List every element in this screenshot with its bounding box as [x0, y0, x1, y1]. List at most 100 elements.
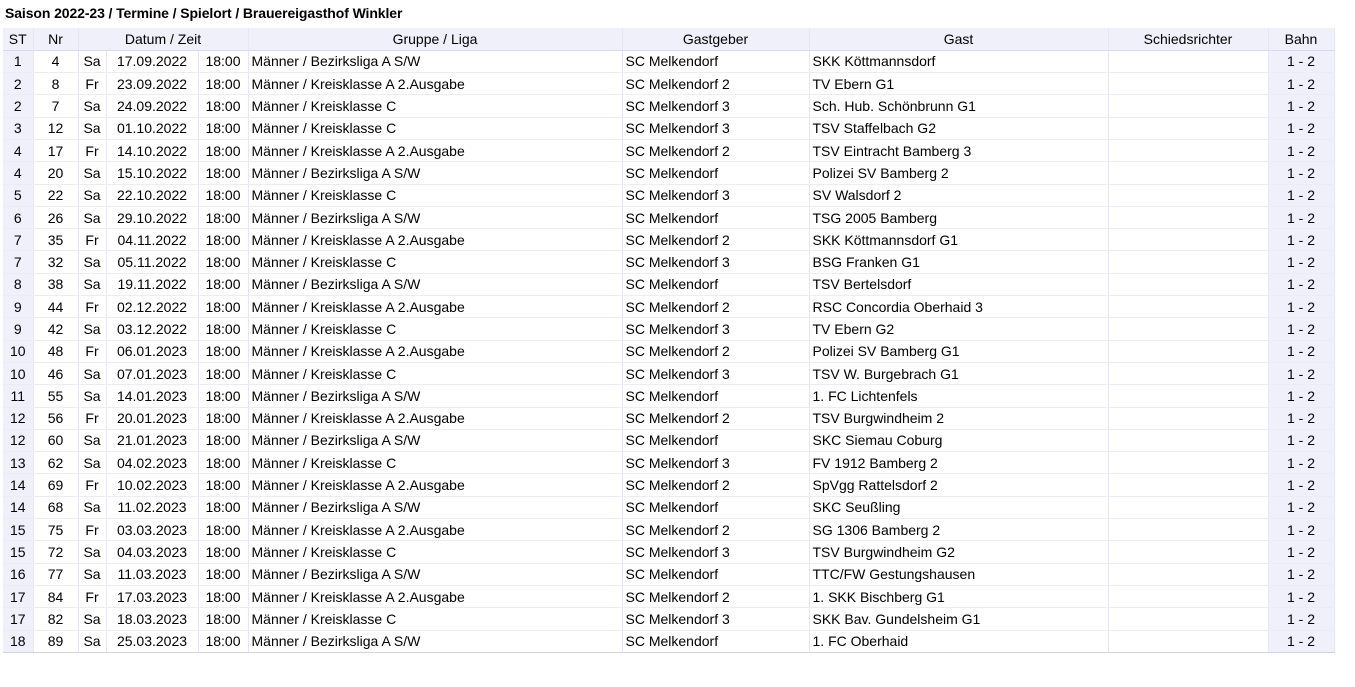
cell-st: 11: [3, 384, 34, 408]
cell-nr: 89: [33, 630, 79, 653]
table-row: 12 60 Sa 21.01.2023 18:00 Männer / Bezirkslig…: [3, 428, 1335, 453]
cell-host: SC Melkendorf 2: [622, 473, 810, 497]
cell-st: 4: [3, 161, 34, 185]
cell-weekday: Fr: [78, 340, 107, 363]
cell-st: 17: [3, 607, 34, 631]
cell-date: 03.12.2022: [106, 317, 199, 341]
cell-nr: 68: [33, 495, 79, 520]
header-gastgeber[interactable]: Gastgeber: [622, 28, 810, 51]
cell-st: 15: [3, 518, 34, 542]
cell-weekday: Sa: [78, 562, 107, 586]
cell-nr: 56: [33, 407, 79, 430]
cell-league: Männer / Bezirksliga A S/W: [248, 49, 623, 74]
cell-guest: RSC Concordia Oberhaid 3: [809, 295, 1109, 319]
table-row: 15 75 Fr 03.03.2023 18:00 Männer / Kreisklass…: [3, 518, 1335, 542]
cell-weekday: Fr: [78, 518, 107, 542]
cell-lane: 1 - 2: [1268, 451, 1335, 475]
cell-league: Männer / Kreisklasse C: [248, 317, 623, 341]
cell-host: SC Melkendorf 3: [622, 540, 810, 564]
cell-st: 4: [3, 138, 34, 163]
cell-nr: 62: [33, 451, 79, 475]
cell-lane: 1 - 2: [1268, 228, 1335, 252]
cell-time: 18:00: [198, 184, 249, 207]
cell-guest: SKK Bav. Gundelsheim G1: [809, 607, 1109, 631]
cell-weekday: Sa: [78, 495, 107, 520]
cell-lane: 1 - 2: [1268, 117, 1335, 140]
cell-weekday: Sa: [78, 428, 107, 453]
header-nr[interactable]: Nr: [33, 28, 79, 51]
header-st[interactable]: ST: [3, 28, 34, 51]
cell-league: Männer / Kreisklasse C: [248, 117, 623, 140]
cell-host: SC Melkendorf 2: [622, 228, 810, 252]
cell-st: 16: [3, 562, 34, 586]
cell-date: 01.10.2022: [106, 117, 199, 140]
cell-league: Männer / Bezirksliga A S/W: [248, 495, 623, 520]
table-row: 15 72 Sa 04.03.2023 18:00 Männer / Kreisklass…: [3, 540, 1335, 564]
cell-host: SC Melkendorf: [622, 630, 810, 653]
header-bahn[interactable]: Bahn: [1268, 28, 1335, 51]
cell-guest: SKK Köttmannsdorf: [809, 49, 1109, 74]
cell-referee: [1108, 495, 1269, 520]
cell-nr: 60: [33, 428, 79, 453]
cell-weekday: Sa: [78, 184, 107, 207]
cell-guest: Sch. Hub. Schönbrunn G1: [809, 94, 1109, 118]
cell-st: 3: [3, 117, 34, 140]
cell-weekday: Fr: [78, 473, 107, 497]
cell-lane: 1 - 2: [1268, 585, 1335, 609]
table-row: 7 32 Sa 05.11.2022 18:00 Männer / Kreisklasse…: [3, 250, 1335, 274]
cell-time: 18:00: [198, 630, 249, 653]
cell-st: 10: [3, 362, 34, 386]
cell-weekday: Sa: [78, 49, 107, 74]
header-gruppe-liga[interactable]: Gruppe / Liga: [248, 28, 623, 51]
table-header-row: ST Nr Datum / Zeit Gruppe / Liga Gastgeb…: [3, 28, 1335, 51]
cell-st: 17: [3, 585, 34, 609]
cell-host: SC Melkendorf 3: [622, 607, 810, 631]
table-row: 2 7 Sa 24.09.2022 18:00 Männer / Kreisklasse …: [3, 94, 1335, 118]
cell-host: SC Melkendorf 2: [622, 295, 810, 319]
header-schiedsrichter[interactable]: Schiedsrichter: [1108, 28, 1269, 51]
header-gast[interactable]: Gast: [809, 28, 1109, 51]
table-row: 6 26 Sa 29.10.2022 18:00 Männer / Bezirksliga…: [3, 205, 1335, 230]
cell-lane: 1 - 2: [1268, 428, 1335, 453]
cell-host: SC Melkendorf 3: [622, 94, 810, 118]
cell-lane: 1 - 2: [1268, 184, 1335, 207]
cell-lane: 1 - 2: [1268, 607, 1335, 631]
cell-time: 18:00: [198, 607, 249, 631]
cell-lane: 1 - 2: [1268, 161, 1335, 185]
cell-guest: Polizei SV Bamberg G1: [809, 340, 1109, 363]
cell-date: 04.03.2023: [106, 540, 199, 564]
cell-referee: [1108, 607, 1269, 631]
cell-date: 17.09.2022: [106, 49, 199, 74]
cell-st: 7: [3, 250, 34, 274]
page-title: Saison 2022-23 / Termine / Spielort / Br…: [5, 5, 403, 21]
cell-host: SC Melkendorf 2: [622, 72, 810, 96]
cell-nr: 48: [33, 340, 79, 363]
cell-nr: 8: [33, 72, 79, 96]
cell-weekday: Fr: [78, 72, 107, 96]
cell-time: 18:00: [198, 72, 249, 96]
cell-lane: 1 - 2: [1268, 495, 1335, 520]
cell-guest: FV 1912 Bamberg 2: [809, 451, 1109, 475]
table-row: 8 38 Sa 19.11.2022 18:00 Männer / Bezirksliga…: [3, 273, 1335, 297]
header-datum-zeit[interactable]: Datum / Zeit: [78, 28, 249, 51]
cell-time: 18:00: [198, 49, 249, 74]
cell-st: 2: [3, 94, 34, 118]
table-row: 14 68 Sa 11.02.2023 18:00 Männer / Bezirkslig…: [3, 495, 1335, 520]
cell-referee: [1108, 161, 1269, 185]
cell-host: SC Melkendorf: [622, 273, 810, 297]
cell-referee: [1108, 384, 1269, 408]
cell-st: 10: [3, 340, 34, 363]
cell-nr: 77: [33, 562, 79, 586]
cell-time: 18:00: [198, 518, 249, 542]
cell-guest: BSG Franken G1: [809, 250, 1109, 274]
cell-weekday: Sa: [78, 94, 107, 118]
table-row: 13 62 Sa 04.02.2023 18:00 Männer / Kreisklass…: [3, 451, 1335, 475]
cell-time: 18:00: [198, 585, 249, 609]
cell-nr: 42: [33, 317, 79, 341]
table-row: 4 20 Sa 15.10.2022 18:00 Männer / Bezirksliga…: [3, 161, 1335, 185]
cell-host: SC Melkendorf 2: [622, 518, 810, 542]
cell-date: 04.02.2023: [106, 451, 199, 475]
cell-referee: [1108, 184, 1269, 207]
cell-guest: TV Ebern G2: [809, 317, 1109, 341]
cell-lane: 1 - 2: [1268, 630, 1335, 653]
